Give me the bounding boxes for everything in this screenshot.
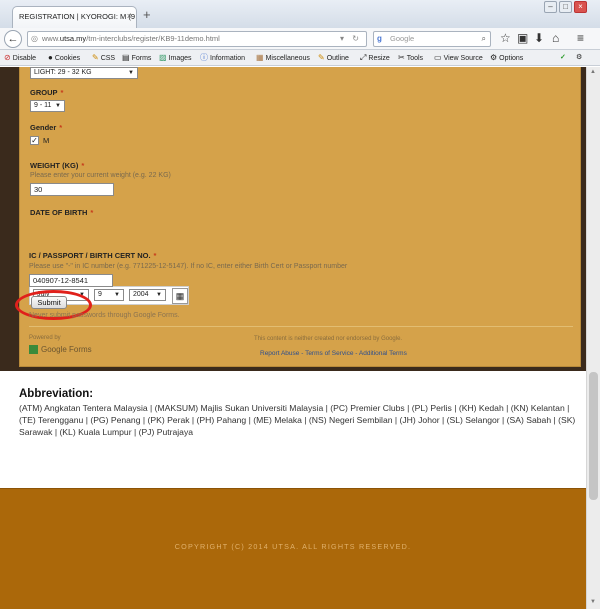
url-domain: utsa.my <box>59 34 87 43</box>
settings-gear-icon[interactable]: ⚙ <box>576 50 582 65</box>
url-prefix: www. <box>42 34 60 43</box>
dev-images[interactable]: ▨ Images <box>159 50 192 66</box>
view-source-icon: ▭ <box>434 53 442 62</box>
dob-year-select[interactable]: 2004 ▼ <box>129 289 166 301</box>
dev-css[interactable]: ✎ CSS <box>92 50 115 66</box>
bookmark-star-icon[interactable]: ☆ <box>500 32 511 44</box>
copyright-text: COPYRIGHT (C) 2014 UTSA. ALL RIGHTS RESE… <box>174 542 412 551</box>
dob-label: DATE OF BIRTH * <box>30 208 94 217</box>
google-forms-icon <box>29 345 38 354</box>
globe-icon: ◎ <box>31 34 38 43</box>
dev-disable[interactable]: ⊘ Disable <box>4 50 36 66</box>
dropdown-arrow-icon: ▼ <box>156 292 162 298</box>
bookmarks-menu-icon[interactable]: ▣ <box>517 32 528 44</box>
ic-help-text: Please use "-" in IC number (e.g. 771225… <box>29 263 348 270</box>
google-forms-logo-text[interactable]: Google Forms <box>41 345 92 354</box>
resize-icon: ⤢ <box>360 53 367 62</box>
maximize-icon[interactable]: □ <box>559 1 572 13</box>
dob-day-select[interactable]: 9 ▼ <box>94 289 124 301</box>
additional-terms-link[interactable]: Additional Terms <box>359 350 407 357</box>
never-submit-passwords-note: Never submit passwords through Google Fo… <box>29 312 180 319</box>
forms-icon: ▤ <box>122 53 130 62</box>
cookies-icon: ● <box>48 53 53 62</box>
ic-number-input[interactable]: 040907-12-8541 <box>29 274 113 287</box>
reload-icon[interactable]: ▾ ↻ <box>340 32 362 46</box>
css-icon: ✎ <box>92 53 99 62</box>
search-placeholder: Google <box>390 34 415 43</box>
scroll-down-icon[interactable]: ▼ <box>590 599 596 605</box>
google-icon: g <box>377 34 382 43</box>
weight-class-select[interactable]: LIGHT: 29 - 32 KG ▼ <box>30 67 138 79</box>
form-divider <box>29 326 573 327</box>
home-icon[interactable]: ⌂ <box>552 32 559 44</box>
minimize-icon[interactable]: – <box>544 1 557 13</box>
abbreviation-list: (ATM) Angkatan Tentera Malaysia | (MAKSU… <box>19 403 576 437</box>
dev-outline[interactable]: ✎ Outline <box>318 50 349 66</box>
powered-by-text: Powered by <box>29 335 61 341</box>
gender-m-checkbox[interactable]: ✓ <box>30 136 39 145</box>
navigation-bar: ← ◎ www.utsa.my/tm-interclubs/register/K… <box>0 28 600 50</box>
weight-label: WEIGHT (KG) * <box>30 161 85 170</box>
group-label: GROUP * <box>30 88 64 97</box>
terms-of-service-link[interactable]: Terms of Service <box>305 350 353 357</box>
dropdown-arrow-icon: ▼ <box>114 292 120 298</box>
registration-form: LIGHT: 29 - 32 KG ▼ GROUP * 9 - 11 ▼ Gender… <box>19 67 581 367</box>
dev-view-source[interactable]: ▭ View Source <box>434 50 483 66</box>
dev-miscellaneous[interactable]: ▦ Miscellaneous <box>256 50 310 66</box>
scrollbar-thumb[interactable] <box>589 372 598 500</box>
dev-information[interactable]: ⓘ Information <box>200 50 245 66</box>
vertical-scrollbar[interactable]: ▲ ▼ <box>586 67 600 609</box>
page-viewport: LIGHT: 29 - 32 KG ▼ GROUP * 9 - 11 ▼ Gender… <box>0 67 600 609</box>
downloads-icon[interactable]: ⬇ <box>534 32 544 44</box>
weight-help-text: Please enter your current weight (e.g. 2… <box>30 172 171 179</box>
miscellaneous-icon: ▦ <box>256 53 264 62</box>
browser-tab[interactable]: REGISTRATION | KYOROGI: M (9 - ... × <box>12 6 137 28</box>
dev-forms[interactable]: ▤ Forms <box>122 50 151 66</box>
close-window-icon[interactable]: × <box>574 1 587 13</box>
abbreviation-heading: Abbreviation: <box>19 388 94 400</box>
url-bar[interactable]: ◎ www.utsa.my/tm-interclubs/register/KB9… <box>27 31 367 47</box>
url-path: /tm-interclubs/register/KB9-11demo.html <box>86 34 220 43</box>
dev-options[interactable]: ⚙ Options <box>490 50 523 66</box>
required-marker: * <box>59 123 63 132</box>
dropdown-arrow-icon: ▼ <box>55 103 61 109</box>
search-icon[interactable]: ⌕ <box>482 32 486 46</box>
scroll-up-icon[interactable]: ▲ <box>590 69 596 75</box>
menu-icon[interactable]: ≡ <box>577 32 584 44</box>
disable-icon: ⊘ <box>4 53 11 62</box>
site-footer: COPYRIGHT (C) 2014 UTSA. ALL RIGHTS RESE… <box>0 488 586 609</box>
required-marker: * <box>153 251 157 260</box>
information-icon: ⓘ <box>200 53 208 62</box>
options-icon: ⚙ <box>490 53 498 62</box>
calendar-icon[interactable]: ▦ <box>172 288 188 304</box>
weight-input[interactable]: 30 <box>30 183 114 196</box>
tab-title: REGISTRATION | KYOROGI: M (9 - ... <box>19 12 137 21</box>
required-marker: * <box>81 161 85 170</box>
back-arrow-icon[interactable]: ← <box>4 30 22 48</box>
dev-tools[interactable]: ✂ Tools <box>398 50 423 66</box>
report-abuse-link[interactable]: Report Abuse <box>260 350 299 357</box>
web-developer-toolbar: ⊘ Disable ● Cookies ✎ CSS ▤ Forms ▨ Images ⓘ I… <box>0 50 600 66</box>
gender-m-label: M <box>43 136 50 145</box>
dev-resize[interactable]: ⤢ Resize <box>360 50 390 66</box>
footer-links: Report Abuse - Terms of Service - Additi… <box>260 350 407 357</box>
outline-icon: ✎ <box>318 53 325 62</box>
dropdown-arrow-icon: ▼ <box>128 70 134 76</box>
images-icon: ▨ <box>159 53 167 62</box>
tools-icon: ✂ <box>398 53 405 62</box>
tab-close-icon[interactable]: × <box>127 11 132 21</box>
search-bar[interactable]: g Google ⌕ <box>373 31 491 47</box>
group-select[interactable]: 9 - 11 ▼ <box>30 100 65 112</box>
dev-cookies[interactable]: ● Cookies <box>48 50 80 66</box>
new-tab-icon[interactable]: + <box>143 8 151 21</box>
required-marker: * <box>90 208 94 217</box>
checkmark-icon[interactable]: ✓ <box>560 50 566 65</box>
disclaimer-text: This content is neither created nor endo… <box>254 336 403 342</box>
ic-label: IC / PASSPORT / BIRTH CERT NO. * <box>29 251 157 260</box>
required-marker: * <box>60 88 64 97</box>
browser-titlebar: REGISTRATION | KYOROGI: M (9 - ... × + –… <box>0 0 600 28</box>
gender-label: Gender * <box>30 123 63 132</box>
